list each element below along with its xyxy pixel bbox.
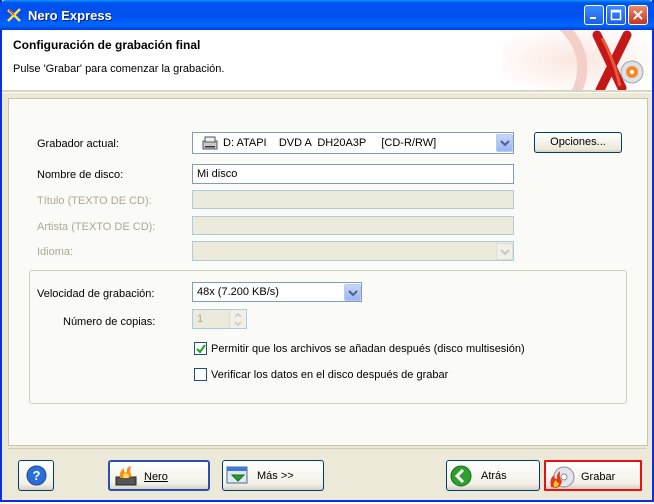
maximize-button[interactable] (606, 5, 626, 25)
nero-logo-icon (502, 30, 652, 90)
nero-button[interactable]: Nero (108, 460, 210, 491)
checkmark-icon (196, 344, 206, 354)
copies-stepper-buttons[interactable] (229, 310, 246, 328)
burn-disc-icon (550, 466, 575, 488)
title-bar[interactable]: Nero Express (0, 0, 654, 30)
language-label: Idioma: (37, 246, 74, 258)
maximize-icon (610, 9, 622, 21)
expand-panel-icon (226, 466, 248, 484)
language-select[interactable] (192, 241, 514, 261)
title-label: Título (TEXTO DE CD): (37, 195, 152, 207)
chevron-down-icon (500, 140, 510, 147)
close-icon (633, 10, 643, 20)
chevron-up-icon (234, 313, 242, 318)
nero-app-icon (7, 8, 21, 22)
minimize-button[interactable] (584, 5, 604, 25)
svg-text:?: ? (33, 468, 41, 483)
copies-stepper[interactable]: 1 (192, 309, 247, 329)
copies-value: 1 (197, 313, 204, 325)
recorder-label: Grabador actual: (37, 138, 119, 150)
recorder-dropdown-button[interactable] (496, 134, 513, 152)
speed-label: Velocidad de grabación: (37, 288, 155, 300)
chevron-down-icon (500, 249, 510, 256)
close-button[interactable] (628, 5, 648, 25)
page-title: Configuración de grabación final (13, 38, 201, 52)
options-button[interactable]: Opciones... (534, 132, 622, 153)
page-subtitle: Pulse 'Grabar' para comenzar la grabació… (13, 63, 225, 75)
multisession-label[interactable]: Permitir que los archivos se añadan desp… (211, 343, 525, 355)
verify-checkbox[interactable] (194, 368, 207, 381)
window-title: Nero Express (28, 8, 112, 23)
disc-name-input[interactable]: Mi disco (192, 164, 514, 184)
burn-button-label: Grabar (581, 471, 616, 483)
nero-burn-icon (115, 466, 137, 486)
header-divider (2, 90, 652, 93)
language-dropdown-button[interactable] (496, 243, 513, 260)
artist-label: Artista (TEXTO DE CD): (37, 221, 156, 233)
nero-express-window: Nero Express Configuración de grabación … (0, 0, 654, 502)
burn-button[interactable]: Grabar (544, 460, 642, 491)
cd-text-title-input[interactable] (192, 190, 514, 209)
nero-button-label: Nero (144, 471, 168, 483)
verify-label[interactable]: Verificar los datos en el disco después … (211, 369, 448, 381)
multisession-checkbox[interactable] (194, 342, 207, 355)
speed-dropdown-button[interactable] (344, 284, 361, 301)
recorder-value: D: ATAPI DVD A DH20A3P [CD-R/RW] (223, 137, 437, 149)
footer-divider (8, 448, 646, 449)
back-button-label: Atrás (481, 470, 507, 482)
minimize-icon (590, 17, 596, 19)
chevron-down-icon (234, 321, 242, 326)
more-button-label: Más >> (257, 470, 294, 482)
back-button[interactable]: Atrás (446, 460, 540, 491)
question-icon: ? (26, 465, 47, 486)
more-button[interactable]: Más >> (222, 460, 324, 491)
cd-text-artist-input[interactable] (192, 216, 514, 235)
wizard-header: Configuración de grabación final Pulse '… (2, 30, 652, 90)
copies-label: Número de copias: (63, 316, 156, 328)
recorder-select[interactable]: D: ATAPI DVD A DH20A3P [CD-R/RW] (192, 132, 514, 154)
back-arrow-icon (450, 465, 472, 487)
speed-select[interactable]: 48x (7.200 KB/s) (192, 282, 362, 302)
chevron-down-icon (348, 290, 358, 297)
drive-icon (202, 136, 218, 150)
disc-name-label: Nombre de disco: (37, 169, 124, 181)
help-button[interactable]: ? (18, 460, 54, 491)
speed-value: 48x (7.200 KB/s) (197, 286, 279, 298)
